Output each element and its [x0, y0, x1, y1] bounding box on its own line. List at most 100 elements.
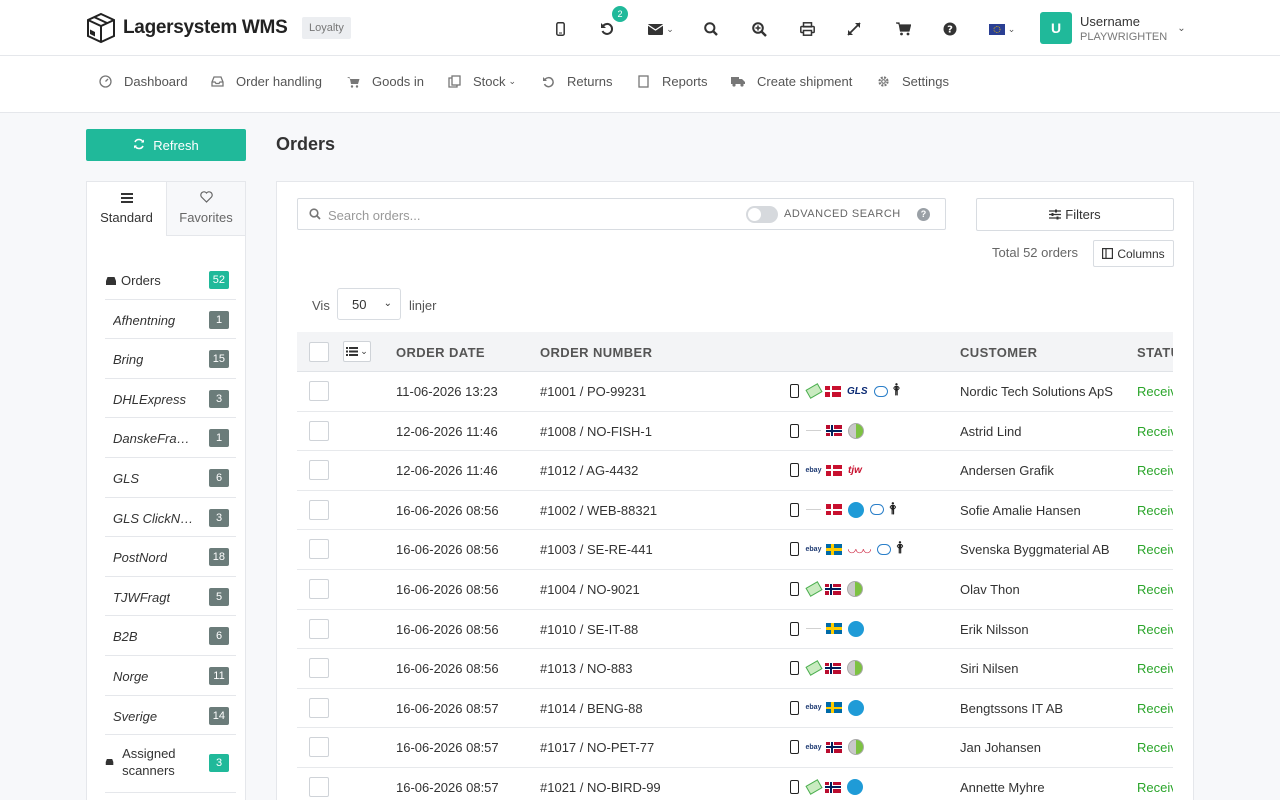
sidebar-item-orders[interactable]: Orders 52: [105, 260, 236, 300]
mail-dropdown[interactable]: ⌄: [644, 17, 678, 41]
count-badge: 6: [209, 468, 229, 487]
order-number[interactable]: #1012 / AG-4432: [540, 463, 638, 478]
advanced-search-label: ADVANCED SEARCH: [784, 208, 901, 220]
zoom-in-icon[interactable]: [747, 17, 771, 41]
column-order-number[interactable]: ORDER NUMBER: [540, 345, 652, 360]
row-checkbox[interactable]: [309, 658, 329, 679]
user-menu[interactable]: U Username PLAYWRIGHTEN ⌄: [1040, 12, 1186, 44]
order-date: 16-06-2026 08:57: [396, 740, 499, 756]
filters-button[interactable]: Filters: [976, 198, 1174, 231]
undo-icon[interactable]: 2: [595, 6, 628, 41]
table-row[interactable]: 16-06-2026 08:56 #1003 / SE-RE-441 Svenska…: [297, 530, 1173, 570]
table-row[interactable]: 16-06-2026 08:56 #1013 / NO-883 Siri Nilse…: [297, 649, 1173, 689]
row-checkbox[interactable]: [309, 579, 329, 599]
nav-label: Stock: [473, 74, 506, 89]
column-order-date[interactable]: ORDER DATE: [396, 345, 485, 360]
sidebar-item-norge[interactable]: Norge 11: [105, 656, 236, 696]
select-all-checkbox[interactable]: [309, 342, 329, 362]
status-badge: Received: [1137, 661, 1173, 677]
sidebar-item-danskefragtmaend[interactable]: DanskeFragtmænd 1: [105, 418, 236, 458]
sidebar-item-sverige[interactable]: Sverige 14: [105, 696, 236, 736]
heart-icon: [167, 191, 245, 207]
count-badge: 14: [208, 706, 229, 725]
tab-favorites[interactable]: Favorites: [166, 182, 245, 236]
order-number[interactable]: #1004 / NO-9021: [540, 582, 640, 597]
sidebar-item-tjwfragt[interactable]: TJWFragt 5: [105, 577, 236, 617]
column-status[interactable]: STATUS: [1137, 345, 1173, 360]
order-number[interactable]: #1017 / NO-PET-77: [540, 740, 654, 755]
nav-settings[interactable]: Settings: [876, 74, 949, 89]
customer-name: Astrid Lind: [960, 423, 1022, 439]
nav-reports[interactable]: Reports: [636, 74, 708, 89]
count-badge: 15: [208, 350, 229, 369]
order-number[interactable]: #1002 / WEB-88321: [540, 503, 657, 518]
print-icon[interactable]: [795, 17, 819, 41]
help-icon[interactable]: ?: [938, 17, 962, 41]
mobile-icon: [790, 780, 799, 794]
order-number[interactable]: #1013 / NO-883: [540, 661, 633, 676]
row-checkbox[interactable]: [309, 777, 329, 797]
sidebar-item-assigned-scanners[interactable]: Assigned scanners 3: [105, 735, 236, 794]
sidebar-item-afhentning[interactable]: Afhentning 1: [105, 300, 236, 340]
nav-returns[interactable]: Returns: [541, 74, 613, 89]
nav-label: Order handling: [236, 74, 322, 89]
order-number[interactable]: #1008 / NO-FISH-1: [540, 424, 652, 439]
search-icon[interactable]: [699, 17, 723, 41]
column-customer[interactable]: CUSTOMER: [960, 345, 1037, 360]
order-number[interactable]: #1001 / PO-99231: [540, 384, 646, 399]
table-row[interactable]: 12-06-2026 11:46 #1012 / AG-4432 Andersen …: [297, 451, 1173, 491]
table-row[interactable]: 12-06-2026 11:46 #1008 / NO-FISH-1 Astrid …: [297, 412, 1173, 452]
chevron-down-icon: ⌄: [1007, 23, 1016, 34]
tab-standard[interactable]: Standard: [87, 182, 166, 236]
nav-create-shipment[interactable]: Create shipment: [731, 74, 852, 89]
nav-stock[interactable]: Stock ⌄: [447, 74, 516, 89]
sidebar-item-dhlexpress[interactable]: DHLExpress 3: [105, 379, 236, 419]
order-number[interactable]: #1010 / SE-IT-88: [540, 622, 638, 637]
help-icon[interactable]: ?: [917, 208, 930, 221]
language-dropdown[interactable]: ⌄: [984, 17, 1020, 41]
table-row[interactable]: 16-06-2026 08:56 #1004 / NO-9021 Olav Thon…: [297, 570, 1173, 610]
order-icons: ebay tjw: [790, 462, 868, 478]
row-checkbox[interactable]: [309, 618, 329, 639]
person-sign-icon: 🛉: [896, 539, 904, 555]
order-number[interactable]: #1021 / NO-BIRD-99: [540, 780, 661, 795]
cart-icon[interactable]: [891, 17, 915, 41]
order-number[interactable]: #1003 / SE-RE-441: [540, 542, 653, 557]
refresh-icon: [133, 138, 145, 153]
nav-dashboard[interactable]: Dashboard: [98, 74, 188, 89]
table-row[interactable]: 16-06-2026 08:57 #1021 / NO-BIRD-99 Annett…: [297, 768, 1173, 800]
per-page-select[interactable]: 50 ⌄: [337, 288, 401, 320]
flag-sweden-icon: [826, 543, 842, 555]
sidebar-item-bring[interactable]: Bring 15: [105, 339, 236, 379]
person-sign-icon: 🛉: [892, 381, 901, 396]
row-checkbox[interactable]: [309, 737, 329, 758]
sidebar-item-postnord[interactable]: PostNord 18: [105, 537, 236, 577]
nav-goods-in[interactable]: Goods in: [346, 74, 424, 89]
sidebar-item-gls-clicknship[interactable]: GLS ClickNShip 3: [105, 498, 236, 538]
table-row[interactable]: 11-06-2026 13:23 #1001 / PO-99231 Nordic T…: [297, 372, 1173, 412]
nav-order-handling[interactable]: Order handling: [210, 74, 322, 89]
order-icons: [790, 779, 869, 795]
table-row[interactable]: 16-06-2026 08:56 #1010 / SE-IT-88 Erik Nil…: [297, 610, 1173, 650]
search-input[interactable]: [328, 205, 728, 225]
row-checkbox[interactable]: [309, 539, 329, 560]
columns-button[interactable]: Columns: [1093, 240, 1174, 267]
table-row[interactable]: 16-06-2026 08:56 #1002 / WEB-88321 Sofie A…: [297, 491, 1173, 531]
row-checkbox[interactable]: [309, 499, 329, 520]
expand-icon[interactable]: [842, 17, 866, 41]
refresh-button[interactable]: Refresh: [86, 129, 246, 161]
advanced-search-toggle[interactable]: [746, 206, 778, 223]
row-checkbox[interactable]: [309, 381, 329, 401]
column-selector[interactable]: ⌄: [343, 341, 371, 362]
row-checkbox[interactable]: [309, 460, 329, 481]
row-checkbox[interactable]: [309, 420, 329, 441]
sidebar-item-gls[interactable]: GLS 6: [105, 458, 236, 498]
brand[interactable]: Lagersystem WMS: [86, 12, 288, 44]
sliders-icon: [1049, 209, 1062, 220]
table-row[interactable]: 16-06-2026 08:57 #1017 / NO-PET-77 Jan Joh…: [297, 728, 1173, 768]
mobile-icon[interactable]: [548, 17, 572, 41]
sidebar-item-b2b[interactable]: B2B 6: [105, 616, 236, 656]
table-row[interactable]: 16-06-2026 08:57 #1014 / BENG-88 Bengtsson…: [297, 689, 1173, 729]
row-checkbox[interactable]: [309, 697, 329, 718]
order-number[interactable]: #1014 / BENG-88: [540, 701, 643, 716]
